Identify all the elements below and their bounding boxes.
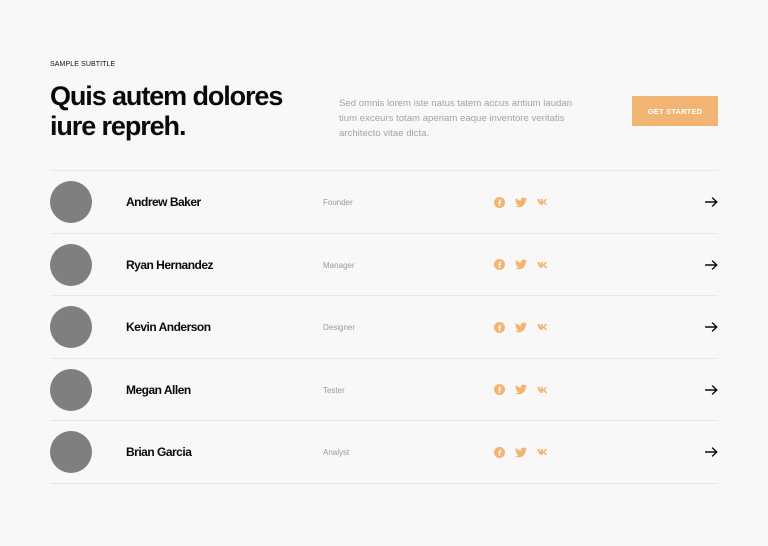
avatar: [50, 368, 92, 411]
twitter-icon[interactable]: [515, 259, 527, 271]
avatar: [50, 181, 92, 223]
arrow-right-icon[interactable]: [704, 445, 718, 459]
member-name: Andrew Baker: [126, 195, 201, 209]
vk-icon[interactable]: [537, 259, 549, 271]
twitter-icon[interactable]: [515, 321, 527, 333]
facebook-icon[interactable]: [493, 321, 505, 333]
arrow-right-icon[interactable]: [704, 258, 718, 272]
member-role: Designer: [323, 323, 356, 333]
team-section: SAMPLE SUBTITLE Quis autem dolores iure …: [0, 0, 768, 546]
member-role: Tester: [323, 385, 345, 395]
facebook-icon[interactable]: [493, 446, 505, 458]
member-role: Analyst: [323, 448, 350, 458]
arrow-right-icon[interactable]: [704, 383, 718, 397]
team-member-row: Kevin Anderson Designer: [50, 296, 718, 359]
member-role: Founder: [323, 198, 353, 207]
twitter-icon[interactable]: [515, 196, 527, 208]
vk-icon[interactable]: [537, 446, 549, 458]
team-member-row: Ryan Hernandez Manager: [50, 234, 718, 297]
social-links: [493, 384, 549, 396]
arrow-right-icon[interactable]: [704, 195, 718, 209]
avatar: [50, 431, 92, 474]
member-name: Kevin Anderson: [126, 320, 211, 335]
facebook-icon[interactable]: [493, 196, 505, 208]
member-name: Ryan Hernandez: [126, 257, 214, 272]
vk-icon[interactable]: [537, 196, 549, 208]
team-list: Andrew Baker Founder Ryan Hernandez Mana…: [50, 170, 718, 484]
social-links: [493, 321, 549, 333]
member-role: Manager: [323, 260, 355, 270]
member-name: Brian Garcia: [126, 445, 192, 460]
team-member-row: Andrew Baker Founder: [50, 171, 718, 234]
social-links: [493, 259, 549, 271]
avatar: [50, 306, 92, 349]
facebook-icon[interactable]: [493, 384, 505, 396]
twitter-icon[interactable]: [515, 384, 527, 396]
team-member-row: Megan Allen Tester: [50, 359, 718, 422]
arrow-right-icon[interactable]: [704, 320, 718, 334]
social-links: [493, 196, 549, 208]
section-title: Quis autem dolores iure repreh.: [50, 81, 283, 141]
team-member-row: Brian Garcia Analyst: [50, 421, 718, 484]
get-started-button[interactable]: GET STARTED: [632, 96, 718, 126]
facebook-icon[interactable]: [493, 259, 505, 271]
twitter-icon[interactable]: [515, 446, 527, 458]
social-links: [493, 446, 549, 458]
vk-icon[interactable]: [537, 321, 549, 333]
section-description: Sed omnis lorem iste natus tatem accus a…: [339, 98, 573, 139]
vk-icon[interactable]: [537, 384, 549, 396]
avatar: [50, 243, 92, 286]
member-name: Megan Allen: [126, 382, 191, 397]
section-subtitle: SAMPLE SUBTITLE: [50, 61, 116, 68]
